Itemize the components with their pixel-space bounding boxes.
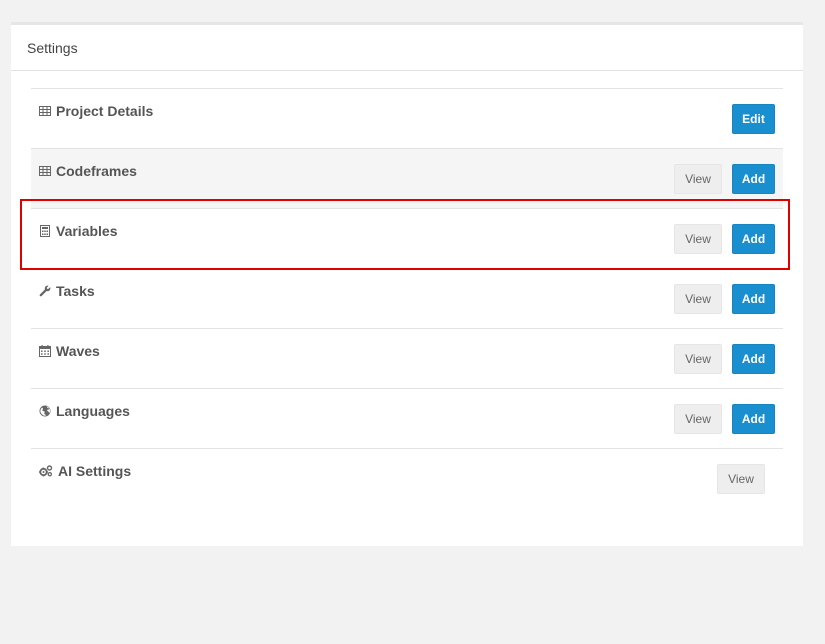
settings-row-languages: Languages View Add — [31, 389, 783, 449]
row-label-ai-settings: AI Settings — [58, 463, 132, 479]
add-codeframe-button[interactable]: Add — [732, 163, 775, 194]
add-task-button[interactable]: Add — [732, 283, 775, 314]
settings-list: Project Details Edit Codeframes View Add… — [31, 88, 783, 509]
settings-row-ai-settings: AI Settings View — [31, 449, 783, 509]
row-label-variables: Variables — [56, 222, 118, 239]
globe-icon — [39, 405, 51, 417]
row-label-tasks: Tasks — [56, 282, 95, 299]
settings-row-project-details: Project Details Edit — [31, 89, 783, 149]
view-variables-button[interactable]: View — [674, 223, 722, 254]
view-languages-button[interactable]: View — [674, 403, 722, 434]
row-label-waves: Waves — [56, 342, 100, 359]
settings-panel: Settings Project Details Edit Codeframes… — [11, 22, 803, 546]
add-language-button[interactable]: Add — [732, 403, 775, 434]
calendar-icon — [39, 344, 51, 357]
row-label-codeframes: Codeframes — [56, 162, 137, 179]
panel-title: Settings — [27, 39, 78, 56]
add-variable-button[interactable]: Add — [732, 223, 775, 254]
settings-row-variables: Variables View Add — [31, 209, 783, 269]
calculator-icon — [39, 224, 51, 237]
view-tasks-button[interactable]: View — [674, 283, 722, 314]
add-wave-button[interactable]: Add — [732, 343, 775, 374]
settings-row-codeframes: Codeframes View Add — [31, 149, 783, 209]
row-label-project-details: Project Details — [56, 102, 154, 119]
wrench-icon — [39, 285, 51, 297]
edit-project-details-button[interactable]: Edit — [732, 103, 775, 134]
view-ai-settings-button[interactable]: View — [717, 464, 765, 494]
row-label-languages: Languages — [56, 402, 130, 419]
table-icon — [39, 105, 51, 117]
cogs-icon — [39, 465, 53, 477]
view-codeframes-button[interactable]: View — [674, 163, 722, 194]
settings-row-tasks: Tasks View Add — [31, 269, 783, 329]
view-waves-button[interactable]: View — [674, 343, 722, 374]
panel-header: Settings — [11, 25, 803, 71]
table-icon — [39, 165, 51, 177]
settings-row-waves: Waves View Add — [31, 329, 783, 389]
